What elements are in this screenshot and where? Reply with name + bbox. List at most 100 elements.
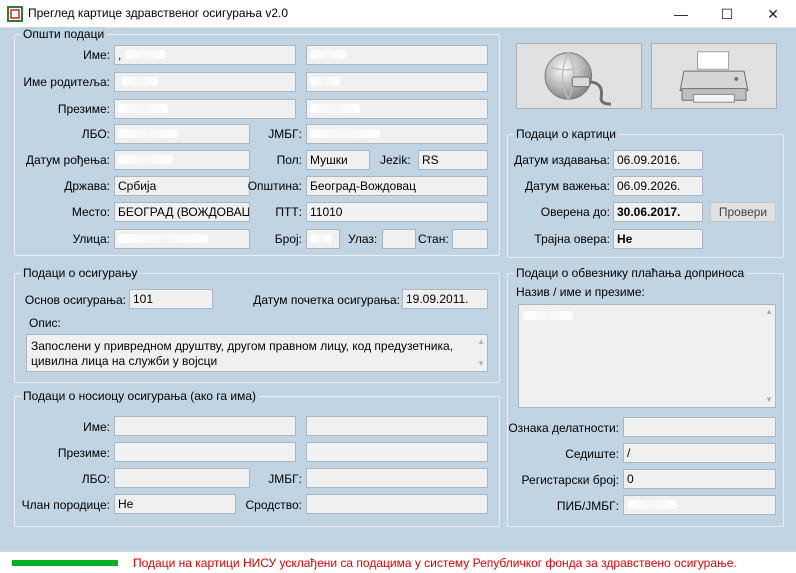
label-validated-until: Оверена до: bbox=[540, 205, 610, 219]
field-insurance-basis: 101 bbox=[129, 289, 213, 309]
label-activity-code: Ознака делатности: bbox=[508, 421, 619, 435]
field-house-number bbox=[306, 229, 340, 249]
status-message: Подаци на картици НИСУ усклађени са пода… bbox=[133, 556, 737, 570]
progress-bar bbox=[12, 560, 118, 566]
field-street bbox=[114, 229, 250, 249]
window-title: Преглед картице здравственог осигурања v… bbox=[28, 6, 289, 20]
field-description: Запослени у привредном друштву, другом п… bbox=[26, 334, 488, 372]
label-holder-jmbg: ЈМБГ: bbox=[268, 472, 302, 486]
field-place: БЕОГРАД (ВОЖДОВАЦ) bbox=[114, 202, 250, 222]
field-country: Србија bbox=[114, 176, 250, 196]
label-expiry-date: Датум важења: bbox=[525, 179, 610, 193]
field-surname-latin bbox=[114, 99, 296, 119]
field-parent-name-latin bbox=[114, 72, 296, 92]
scroll-down-arrow-icon[interactable]: ▼ bbox=[765, 395, 773, 405]
label-tax-id: ПИБ/ЈМБГ: bbox=[556, 499, 619, 513]
field-description-text: Запослени у привредном друштву, другом п… bbox=[31, 339, 453, 368]
main-window-body: Општи подаци Име: , Име родитеља: Презим… bbox=[0, 27, 796, 573]
print-button[interactable] bbox=[651, 43, 777, 109]
field-expiry-date: 06.09.2026. bbox=[613, 176, 703, 196]
field-name-cyrillic bbox=[306, 45, 488, 65]
label-contributor-name: Назив / име и презиме: bbox=[516, 285, 645, 299]
label-registration-number: Регистарски број: bbox=[521, 473, 619, 487]
field-holder-name-latin bbox=[114, 416, 296, 436]
label-permanent-validation: Трајна овера: bbox=[534, 232, 610, 246]
label-house-number: Број: bbox=[274, 232, 302, 246]
field-holder-surname-cyrillic bbox=[306, 442, 488, 462]
field-holder-lbo bbox=[114, 468, 250, 488]
label-language: Jezik: bbox=[380, 153, 411, 167]
minimize-button[interactable]: — bbox=[658, 0, 704, 28]
field-jmbg bbox=[306, 124, 488, 144]
label-surname: Презиме: bbox=[57, 102, 110, 116]
field-activity-code bbox=[623, 417, 776, 437]
label-birth-date: Датум рођења: bbox=[25, 153, 110, 167]
field-insurance-start: 19.09.2011. bbox=[402, 289, 488, 309]
field-municipality: Београд-Вождовац bbox=[306, 176, 488, 196]
globe-connector-icon bbox=[544, 52, 612, 106]
field-validated-until: 30.06.2017. bbox=[613, 202, 703, 222]
scroll-up-arrow-icon[interactable]: ▲ bbox=[477, 337, 485, 347]
label-insurance-basis: Основ осигурања: bbox=[24, 293, 126, 307]
label-holder-name: Име: bbox=[83, 420, 110, 434]
printer-icon bbox=[679, 51, 749, 103]
label-holder-lbo: ЛБО: bbox=[81, 472, 110, 486]
field-parent-name-cyrillic bbox=[306, 72, 488, 92]
label-family-member: Члан породице: bbox=[21, 498, 110, 512]
field-holder-name-cyrillic bbox=[306, 416, 488, 436]
scroll-up-arrow-icon[interactable]: ▲ bbox=[765, 307, 773, 317]
field-tax-id bbox=[623, 495, 776, 515]
group-title-general: Општи подаци bbox=[21, 27, 107, 42]
label-name: Име: bbox=[83, 48, 110, 62]
field-contributor-name: ▲ ▼ bbox=[518, 304, 776, 408]
status-bar: Подаци на картици НИСУ усклађени са пода… bbox=[0, 551, 796, 573]
field-language: RS bbox=[418, 150, 488, 170]
field-name-value: , bbox=[118, 48, 122, 62]
scroll-down-arrow-icon[interactable]: ▼ bbox=[477, 359, 485, 369]
field-apartment bbox=[452, 229, 488, 249]
label-relationship: Сродство: bbox=[245, 498, 303, 512]
field-contributor-name-redacted bbox=[523, 311, 573, 320]
label-holder-surname: Презиме: bbox=[57, 446, 110, 460]
field-lbo bbox=[114, 124, 250, 144]
field-gender: Мушки bbox=[306, 150, 370, 170]
field-issue-date: 06.09.2016. bbox=[613, 150, 703, 170]
label-place: Место: bbox=[71, 205, 110, 219]
label-municipality: Општина: bbox=[247, 179, 302, 193]
group-title-holder: Подаци о носиоцу осигурања (ако га има) bbox=[21, 389, 259, 404]
field-permanent-validation: Не bbox=[613, 229, 703, 249]
group-general-data: Општи подаци bbox=[14, 27, 500, 256]
label-headquarters: Седиште: bbox=[565, 447, 619, 461]
field-registration-number: 0 bbox=[623, 469, 776, 489]
field-relationship bbox=[306, 494, 488, 514]
field-name-latin: , bbox=[114, 45, 296, 65]
read-card-button[interactable] bbox=[516, 43, 642, 109]
label-jmbg: ЈМБГ: bbox=[268, 127, 302, 141]
field-birth-date bbox=[114, 150, 250, 170]
field-family-member: Не bbox=[114, 494, 236, 514]
app-icon bbox=[7, 6, 23, 22]
field-postal-code: 11010 bbox=[306, 202, 488, 222]
group-title-contributor: Подаци о обвезнику плаћања доприноса bbox=[514, 266, 747, 281]
group-title-card: Подаци о картици bbox=[514, 127, 619, 142]
field-holder-jmbg bbox=[306, 468, 488, 488]
maximize-button[interactable]: ☐ bbox=[704, 0, 750, 28]
check-button[interactable]: Провери bbox=[710, 202, 776, 222]
field-surname-cyrillic bbox=[306, 99, 488, 119]
label-postal-code: ПТТ: bbox=[275, 205, 302, 219]
progress-fill bbox=[12, 560, 118, 566]
label-lbo: ЛБО: bbox=[81, 127, 110, 141]
label-apartment: Стан: bbox=[418, 232, 449, 246]
field-holder-surname-latin bbox=[114, 442, 296, 462]
close-button[interactable]: ✕ bbox=[750, 0, 796, 28]
label-country: Држава: bbox=[64, 179, 110, 193]
label-entrance: Улаз: bbox=[348, 232, 378, 246]
label-street: Улица: bbox=[72, 232, 110, 246]
label-insurance-start: Датум почетка осигурања: bbox=[253, 293, 400, 307]
label-issue-date: Датум издавања: bbox=[514, 153, 610, 167]
field-entrance bbox=[382, 229, 416, 249]
label-parent-name: Име родитеља: bbox=[23, 75, 110, 89]
label-description: Опис: bbox=[29, 316, 61, 330]
label-gender: Пол: bbox=[276, 153, 302, 167]
title-bar: Преглед картице здравственог осигурања v… bbox=[0, 0, 796, 28]
